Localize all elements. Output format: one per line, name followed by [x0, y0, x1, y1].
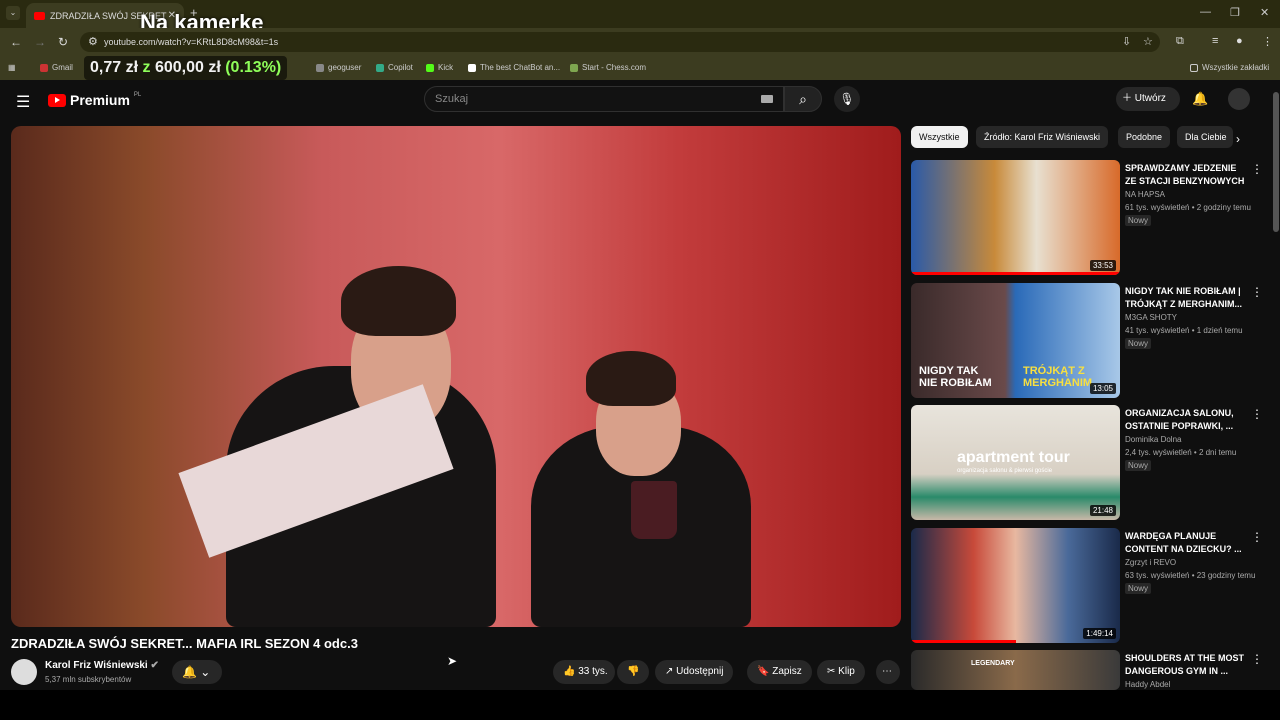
menu-icon[interactable]: ☰ [16, 92, 30, 112]
channel-avatar[interactable] [11, 659, 37, 685]
back-icon[interactable]: ← [10, 35, 22, 49]
site-info-icon[interactable]: ⚙ [88, 35, 98, 48]
bookmark-chatbot[interactable]: The best ChatBot an... [468, 63, 560, 72]
plus-icon: ＋ [1122, 93, 1132, 104]
voice-search-button[interactable]: 🎙 [834, 86, 860, 112]
chip-source[interactable]: Źródło: Karol Friz Wiśniewski [976, 126, 1109, 148]
price-overlay: 0,77 zł z 600,00 zł (0.13%) [84, 56, 288, 80]
scrollbar-thumb[interactable] [1273, 92, 1279, 232]
tab-search-icon[interactable]: ⌄ [6, 6, 20, 20]
mic-icon: 🎙 [839, 92, 855, 106]
thumbnail[interactable]: NIGDY TAK NIE ROBIŁAM TRÓJKĄT Z MERGHANI… [911, 283, 1120, 398]
all-bookmarks[interactable]: Wszystkie zakładki [1190, 63, 1269, 72]
more-icon: ⋯ [882, 666, 892, 677]
chip-related[interactable]: Podobne [1118, 126, 1171, 148]
media-icon[interactable]: ≡ [1212, 35, 1218, 47]
share-button[interactable]: ↗ Udostępnij [655, 660, 734, 684]
install-icon[interactable]: ⇩ [1122, 35, 1131, 48]
bell-icon: 🔔 [182, 665, 197, 679]
reload-icon[interactable]: ↻ [58, 35, 68, 49]
save-button[interactable]: 🔖 Zapisz [747, 660, 812, 684]
watch-progress [911, 640, 1016, 643]
share-icon: ↗ [665, 666, 674, 677]
channel-name[interactable]: Karol Friz Wiśniewski ✔ [45, 660, 159, 671]
forward-icon[interactable]: → [34, 35, 46, 49]
folder-icon [1190, 63, 1198, 72]
clip-button[interactable]: ✂ Klip [817, 660, 865, 684]
url-field[interactable]: youtube.com/watch?v=KRtL8D8cM98&t=1s [80, 32, 1160, 52]
copilot-icon [376, 63, 384, 72]
search-button[interactable]: ⌕ [784, 86, 822, 112]
scissors-icon: ✂ [827, 666, 836, 677]
like-button[interactable]: 👍 33 tys. [553, 660, 615, 684]
verified-icon: ✔ [150, 660, 159, 671]
watch-progress [911, 272, 1120, 275]
bookmark-star-icon[interactable]: ☆ [1143, 35, 1153, 48]
bookmark-chess[interactable]: Start - Chess.com [570, 63, 646, 72]
thumbnail[interactable]: apartment tour organizacja salonu & pier… [911, 405, 1120, 520]
bookmark-kick[interactable]: Kick [426, 63, 453, 72]
bookmark-geoguser[interactable]: geoguser [316, 63, 361, 72]
browser-menu-icon[interactable]: ⋮ [1262, 35, 1273, 48]
video-drink-cup [631, 481, 677, 539]
close-window-icon[interactable]: ✕ [1260, 6, 1269, 19]
thumbnail[interactable]: 33:53 [911, 160, 1120, 275]
kick-icon [426, 63, 434, 72]
chevron-down-icon: ⌄ [200, 665, 211, 679]
mouse-cursor-icon: ➤ [447, 654, 458, 668]
gmail-icon [40, 63, 48, 72]
youtube-play-icon [48, 93, 66, 107]
chevron-right-icon[interactable]: › [1236, 132, 1240, 146]
bookmark-copilot[interactable]: Copilot [376, 63, 413, 72]
subscription-bell-button[interactable]: 🔔 ⌄ [172, 660, 222, 684]
subscriber-count: 5,37 mln subskrybentów [45, 675, 132, 684]
video-title: ZDRADZIŁA SWÓJ SEKRET... MAFIA IRL SEZON… [11, 636, 358, 651]
kebab-menu-icon[interactable]: ⋮ [1251, 162, 1263, 176]
chess-icon [570, 63, 578, 72]
dislike-button[interactable]: 👎 [617, 660, 649, 684]
notifications-icon[interactable]: 🔔 [1192, 91, 1208, 107]
search-icon: ⌕ [799, 91, 807, 107]
thumbs-up-icon: 👍 [563, 666, 576, 677]
kebab-menu-icon[interactable]: ⋮ [1251, 407, 1263, 421]
bookmark-gmail[interactable]: Gmail [40, 63, 73, 72]
bottom-bar [0, 690, 1280, 720]
bookmark-icon: 🔖 [757, 666, 770, 677]
thumbs-down-icon: 👎 [627, 666, 640, 677]
maximize-icon[interactable]: ❐ [1230, 6, 1240, 19]
kebab-menu-icon[interactable]: ⋮ [1251, 285, 1263, 299]
thumbnail[interactable]: LEGENDARY [911, 650, 1120, 690]
chatbot-icon [468, 63, 476, 72]
chip-for-you[interactable]: Dla Ciebie [1177, 126, 1233, 148]
more-actions-button[interactable]: ⋯ [876, 660, 900, 684]
geoguser-icon [316, 63, 324, 72]
minimize-icon[interactable]: — [1200, 6, 1211, 18]
account-avatar[interactable] [1228, 88, 1250, 110]
create-button[interactable]: ＋ Utwórz [1116, 87, 1180, 111]
search-input[interactable]: Szukaj [424, 86, 784, 112]
chip-all[interactable]: Wszystkie [911, 126, 968, 148]
youtube-logo[interactable]: Premium PL [48, 92, 141, 108]
video-hair-left [341, 266, 456, 336]
thumbnail[interactable]: 1:49:14 [911, 528, 1120, 643]
video-hair-right [586, 351, 676, 406]
kebab-menu-icon[interactable]: ⋮ [1251, 530, 1263, 544]
extensions-icon[interactable]: ⧉ [1176, 35, 1184, 48]
apps-icon[interactable]: ▦ [8, 63, 16, 72]
profile-icon[interactable]: ● [1236, 35, 1243, 47]
youtube-favicon-icon [34, 11, 45, 20]
video-player[interactable] [11, 126, 901, 627]
kebab-menu-icon[interactable]: ⋮ [1251, 652, 1263, 666]
keyboard-icon[interactable] [761, 95, 773, 103]
